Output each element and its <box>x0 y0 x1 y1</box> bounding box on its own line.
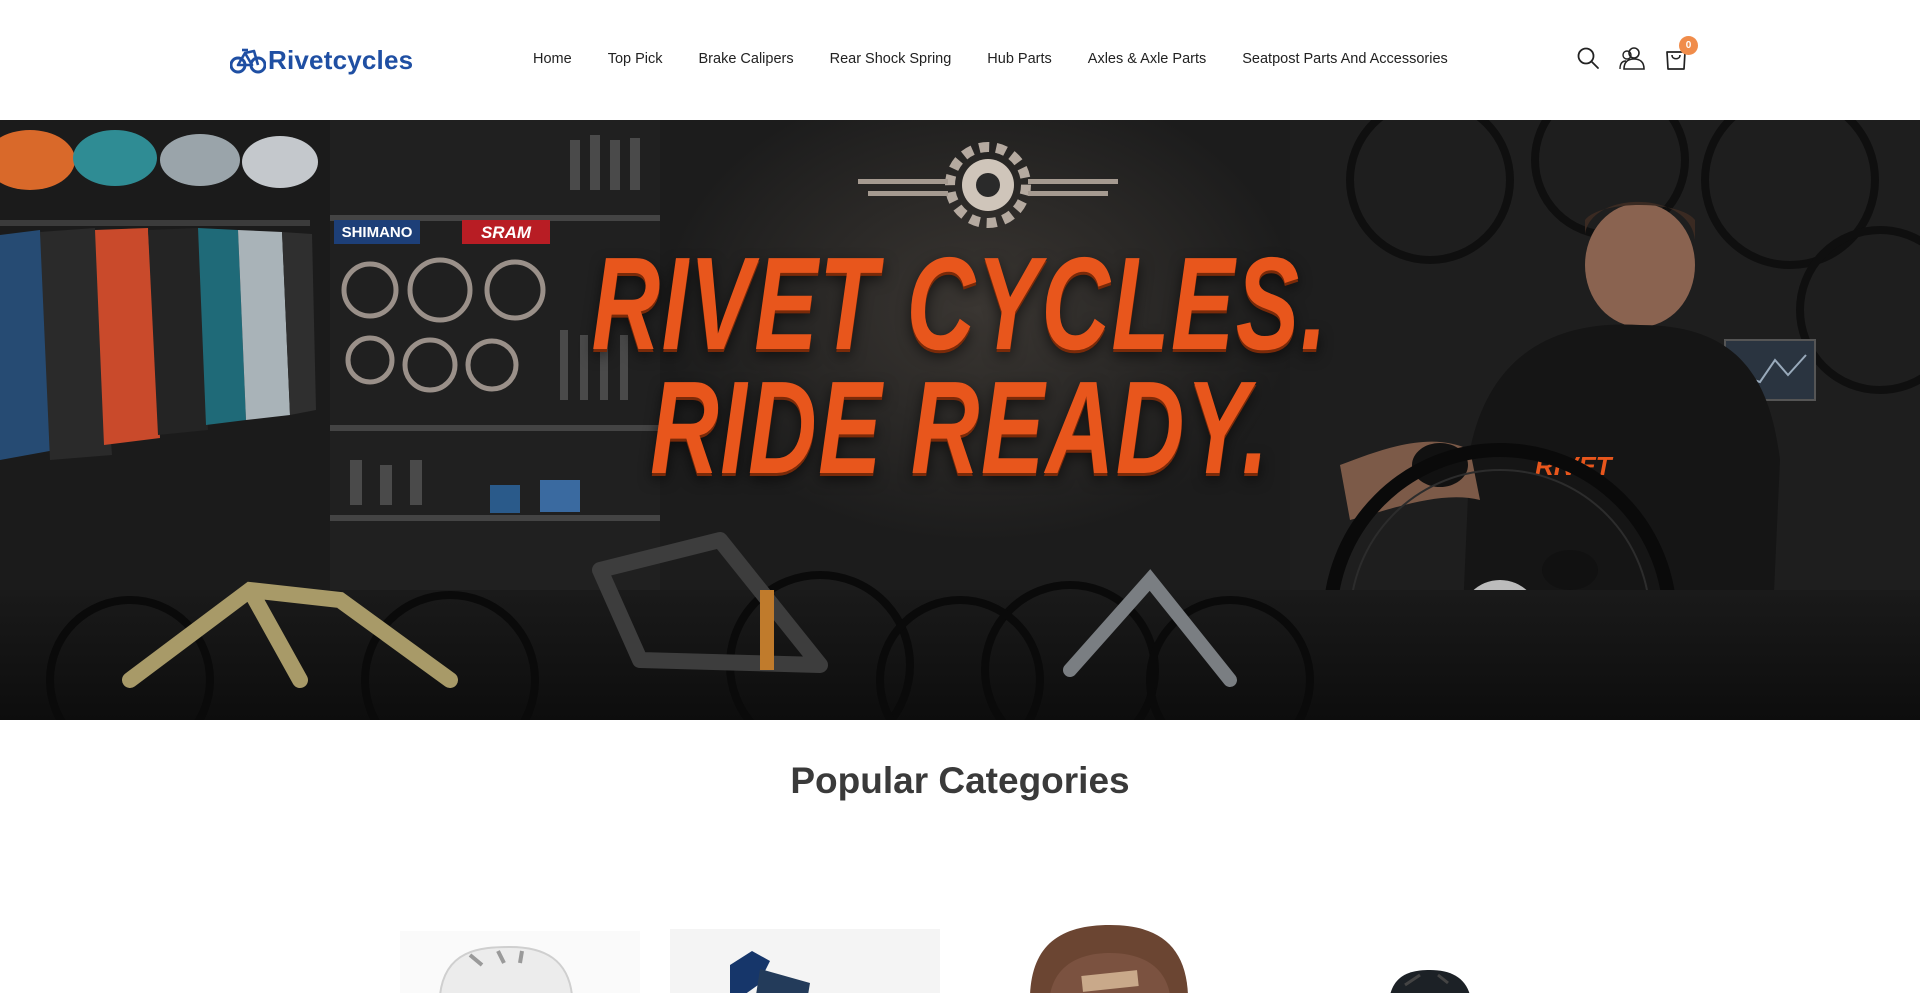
hero-headline-line2: RIDE READY. <box>650 354 1270 501</box>
white-helmet-image <box>400 931 640 993</box>
search-icon <box>1577 47 1599 69</box>
account-icon <box>1619 47 1645 70</box>
search-button[interactable] <box>1574 44 1602 72</box>
main-nav: Home Top Pick Brake Calipers Rear Shock … <box>533 48 1448 70</box>
nav-brake-calipers[interactable]: Brake Calipers <box>699 51 794 67</box>
category-card-black-helmet[interactable] <box>1280 925 1560 993</box>
nav-seatpost-parts[interactable]: Seatpost Parts And Accessories <box>1242 51 1448 67</box>
blue-lock-image <box>670 929 940 993</box>
logo-text: Rivetcycles <box>268 44 414 75</box>
popular-categories-title: Popular Categories <box>790 760 1130 801</box>
nav-axles[interactable]: Axles & Axle Parts <box>1088 51 1206 67</box>
cart-button[interactable]: 0 <box>1662 36 1698 72</box>
site-header: Rivetcycles Home Top Pick Brake Calipers… <box>0 0 1920 120</box>
hero-headline-line1: RIVET CYCLES. <box>591 230 1329 377</box>
category-card-brown-helmet[interactable] <box>990 925 1270 993</box>
header-actions: 0 <box>1574 36 1698 72</box>
category-card-lock[interactable] <box>660 925 940 993</box>
hero-banner[interactable]: SHIMANO SRAM RIVET RIVET CYCLES. RIDE RE… <box>0 120 1920 720</box>
nav-home[interactable]: Home <box>533 51 572 67</box>
logo[interactable]: Rivetcycles <box>230 44 413 76</box>
brown-helmet-image <box>1030 925 1188 993</box>
nav-top-pick[interactable]: Top Pick <box>608 51 663 67</box>
cart-count-badge: 0 <box>1679 36 1698 55</box>
bicycle-icon <box>230 48 266 74</box>
black-helmet-image <box>1390 970 1470 993</box>
category-card-white-helmet[interactable] <box>370 925 650 993</box>
account-button[interactable] <box>1618 44 1646 72</box>
nav-rear-shock-spring[interactable]: Rear Shock Spring <box>830 51 952 67</box>
nav-hub-parts[interactable]: Hub Parts <box>987 51 1051 67</box>
